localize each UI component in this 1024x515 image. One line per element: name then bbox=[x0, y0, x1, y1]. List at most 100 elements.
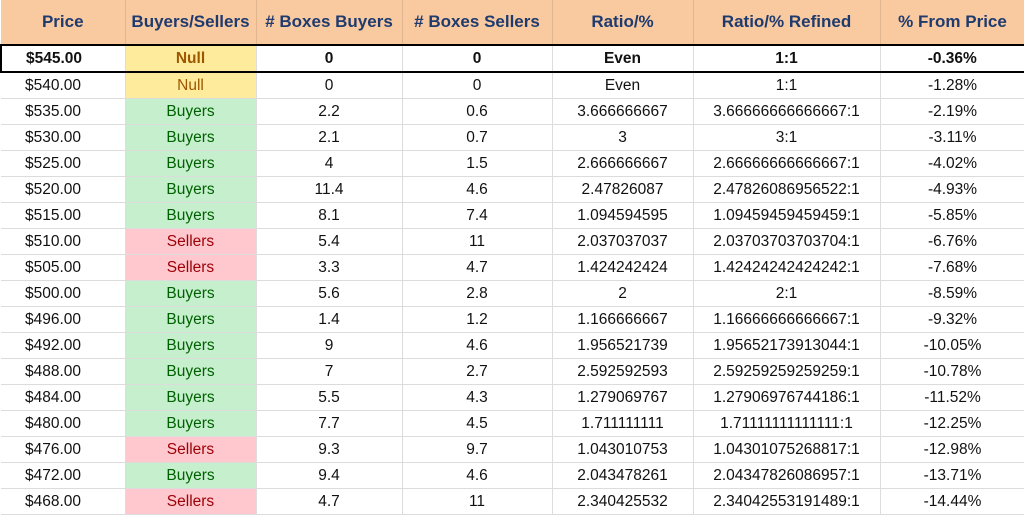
boxes-sellers-cell[interactable]: 0 bbox=[402, 72, 553, 99]
boxes-sellers-cell[interactable]: 4.6 bbox=[402, 332, 553, 359]
boxes-sellers-cell[interactable]: 0 bbox=[402, 44, 553, 73]
ratio-cell[interactable]: 2.666666667 bbox=[552, 150, 694, 177]
boxes-buyers-cell[interactable]: 2.1 bbox=[256, 124, 403, 151]
boxes-buyers-cell[interactable]: 8.1 bbox=[256, 202, 403, 229]
ratio-cell[interactable]: Even bbox=[552, 44, 694, 73]
boxes-buyers-cell[interactable]: 4 bbox=[256, 150, 403, 177]
boxes-buyers-cell[interactable]: 7 bbox=[256, 358, 403, 385]
side-cell[interactable]: Buyers bbox=[125, 124, 257, 151]
ratio-refined-cell[interactable]: 2.04347826086957:1 bbox=[693, 462, 881, 489]
from-price-cell[interactable]: -14.44% bbox=[880, 488, 1024, 515]
header-from-price[interactable]: % From Price bbox=[880, 0, 1024, 45]
side-cell[interactable]: Sellers bbox=[125, 488, 257, 515]
side-cell[interactable]: Null bbox=[125, 44, 257, 73]
ratio-cell[interactable]: 3 bbox=[552, 124, 694, 151]
header-ratio[interactable]: Ratio/% bbox=[552, 0, 694, 45]
ratio-refined-cell[interactable]: 1.09459459459459:1 bbox=[693, 202, 881, 229]
side-cell[interactable]: Sellers bbox=[125, 436, 257, 463]
boxes-sellers-cell[interactable]: 7.4 bbox=[402, 202, 553, 229]
from-price-cell[interactable]: -3.11% bbox=[880, 124, 1024, 151]
ratio-refined-cell[interactable]: 3.66666666666667:1 bbox=[693, 98, 881, 125]
price-cell[interactable]: $472.00 bbox=[1, 462, 126, 489]
boxes-sellers-cell[interactable]: 0.6 bbox=[402, 98, 553, 125]
boxes-buyers-cell[interactable]: 5.5 bbox=[256, 384, 403, 411]
boxes-sellers-cell[interactable]: 0.7 bbox=[402, 124, 553, 151]
ratio-refined-cell[interactable]: 1.71111111111111:1 bbox=[693, 410, 881, 437]
ratio-cell[interactable]: 1.956521739 bbox=[552, 332, 694, 359]
ratio-cell[interactable]: 2.340425532 bbox=[552, 488, 694, 515]
price-cell[interactable]: $488.00 bbox=[1, 358, 126, 385]
price-cell[interactable]: $500.00 bbox=[1, 280, 126, 307]
boxes-buyers-cell[interactable]: 11.4 bbox=[256, 176, 403, 203]
side-cell[interactable]: Buyers bbox=[125, 358, 257, 385]
price-cell[interactable]: $530.00 bbox=[1, 124, 126, 151]
price-cell[interactable]: $505.00 bbox=[1, 254, 126, 281]
price-cell[interactable]: $496.00 bbox=[1, 306, 126, 333]
side-cell[interactable]: Null bbox=[125, 72, 257, 99]
side-cell[interactable]: Sellers bbox=[125, 228, 257, 255]
side-cell[interactable]: Buyers bbox=[125, 150, 257, 177]
price-cell[interactable]: $480.00 bbox=[1, 410, 126, 437]
ratio-refined-cell[interactable]: 2.34042553191489:1 bbox=[693, 488, 881, 515]
from-price-cell[interactable]: -12.98% bbox=[880, 436, 1024, 463]
side-cell[interactable]: Buyers bbox=[125, 384, 257, 411]
from-price-cell[interactable]: -10.05% bbox=[880, 332, 1024, 359]
header-price[interactable]: Price bbox=[1, 0, 126, 45]
header-boxes-sellers[interactable]: # Boxes Sellers bbox=[402, 0, 553, 45]
boxes-sellers-cell[interactable]: 4.6 bbox=[402, 176, 553, 203]
ratio-refined-cell[interactable]: 1.27906976744186:1 bbox=[693, 384, 881, 411]
from-price-cell[interactable]: -5.85% bbox=[880, 202, 1024, 229]
boxes-buyers-cell[interactable]: 0 bbox=[256, 72, 403, 99]
ratio-refined-cell[interactable]: 1.04301075268817:1 bbox=[693, 436, 881, 463]
ratio-refined-cell[interactable]: 1:1 bbox=[693, 72, 881, 99]
from-price-cell[interactable]: -7.68% bbox=[880, 254, 1024, 281]
ratio-cell[interactable]: Even bbox=[552, 72, 694, 99]
ratio-cell[interactable]: 1.043010753 bbox=[552, 436, 694, 463]
ratio-refined-cell[interactable]: 1.42424242424242:1 bbox=[693, 254, 881, 281]
ratio-cell[interactable]: 3.666666667 bbox=[552, 98, 694, 125]
from-price-cell[interactable]: -10.78% bbox=[880, 358, 1024, 385]
price-cell[interactable]: $510.00 bbox=[1, 228, 126, 255]
boxes-buyers-cell[interactable]: 9.4 bbox=[256, 462, 403, 489]
boxes-buyers-cell[interactable]: 3.3 bbox=[256, 254, 403, 281]
ratio-cell[interactable]: 2.037037037 bbox=[552, 228, 694, 255]
boxes-sellers-cell[interactable]: 11 bbox=[402, 488, 553, 515]
ratio-cell[interactable]: 2.47826087 bbox=[552, 176, 694, 203]
header-ratio-refined[interactable]: Ratio/% Refined bbox=[693, 0, 881, 45]
side-cell[interactable]: Buyers bbox=[125, 202, 257, 229]
side-cell[interactable]: Buyers bbox=[125, 410, 257, 437]
price-cell[interactable]: $545.00 bbox=[0, 44, 126, 73]
ratio-cell[interactable]: 1.166666667 bbox=[552, 306, 694, 333]
ratio-cell[interactable]: 1.279069767 bbox=[552, 384, 694, 411]
boxes-buyers-cell[interactable]: 4.7 bbox=[256, 488, 403, 515]
price-cell[interactable]: $468.00 bbox=[1, 488, 126, 515]
price-cell[interactable]: $515.00 bbox=[1, 202, 126, 229]
price-cell[interactable]: $476.00 bbox=[1, 436, 126, 463]
side-cell[interactable]: Sellers bbox=[125, 254, 257, 281]
boxes-buyers-cell[interactable]: 2.2 bbox=[256, 98, 403, 125]
ratio-refined-cell[interactable]: 1.16666666666667:1 bbox=[693, 306, 881, 333]
side-cell[interactable]: Buyers bbox=[125, 280, 257, 307]
price-cell[interactable]: $492.00 bbox=[1, 332, 126, 359]
boxes-sellers-cell[interactable]: 4.5 bbox=[402, 410, 553, 437]
ratio-refined-cell[interactable]: 2.59259259259259:1 bbox=[693, 358, 881, 385]
side-cell[interactable]: Buyers bbox=[125, 462, 257, 489]
from-price-cell[interactable]: -2.19% bbox=[880, 98, 1024, 125]
ratio-refined-cell[interactable]: 2:1 bbox=[693, 280, 881, 307]
ratio-refined-cell[interactable]: 3:1 bbox=[693, 124, 881, 151]
price-cell[interactable]: $484.00 bbox=[1, 384, 126, 411]
boxes-sellers-cell[interactable]: 2.7 bbox=[402, 358, 553, 385]
boxes-buyers-cell[interactable]: 9 bbox=[256, 332, 403, 359]
boxes-sellers-cell[interactable]: 1.5 bbox=[402, 150, 553, 177]
ratio-refined-cell[interactable]: 1:1 bbox=[693, 44, 881, 73]
boxes-buyers-cell[interactable]: 5.6 bbox=[256, 280, 403, 307]
from-price-cell[interactable]: -9.32% bbox=[880, 306, 1024, 333]
price-cell[interactable]: $535.00 bbox=[1, 98, 126, 125]
ratio-refined-cell[interactable]: 2.03703703703704:1 bbox=[693, 228, 881, 255]
boxes-sellers-cell[interactable]: 4.6 bbox=[402, 462, 553, 489]
boxes-sellers-cell[interactable]: 1.2 bbox=[402, 306, 553, 333]
from-price-cell[interactable]: -1.28% bbox=[880, 72, 1024, 99]
from-price-cell[interactable]: -13.71% bbox=[880, 462, 1024, 489]
from-price-cell[interactable]: -12.25% bbox=[880, 410, 1024, 437]
ratio-cell[interactable]: 2 bbox=[552, 280, 694, 307]
